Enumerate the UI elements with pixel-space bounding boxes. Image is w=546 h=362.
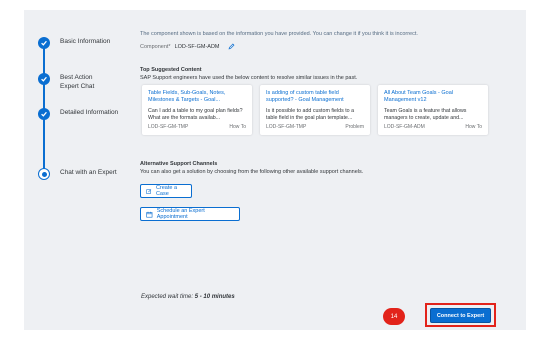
- alternative-header: Alternative Support Channels You can als…: [140, 161, 363, 175]
- step-label: Basic Information: [60, 38, 111, 45]
- card-footer: LOD-SF-GM-TMP How To: [148, 124, 246, 130]
- component-value: LOD-SF-GM-ADM: [174, 43, 220, 50]
- card-type: Problem: [345, 124, 364, 130]
- card-footer: LOD-SF-GM-TMP Problem: [266, 124, 364, 130]
- step-label-group: Best Action Expert Chat: [60, 73, 94, 91]
- suggested-card[interactable]: Table Fields, Sub-Goals, Notes, Mileston…: [142, 85, 252, 135]
- card-component: LOD-SF-GM-TMP: [266, 124, 307, 130]
- card-description: Team Goals is a feature that allows mana…: [384, 108, 467, 121]
- checkmark-icon: [38, 73, 50, 85]
- step-detailed-information[interactable]: Detailed Information: [38, 108, 118, 120]
- alternative-subtitle: You can also get a solution by choosing …: [140, 169, 364, 175]
- card-description: Is it possible to add custom fields to a…: [266, 108, 355, 121]
- suggested-card[interactable]: Is adding of custom table field supporte…: [260, 85, 370, 135]
- component-info-text: The component shown is based on the info…: [140, 31, 418, 37]
- step-label: Chat with an Expert: [60, 169, 117, 176]
- card-title-link[interactable]: Table Fields, Sub-Goals, Notes, Mileston…: [148, 90, 246, 105]
- card-description: Can I add a table to my goal plan fields…: [148, 108, 243, 121]
- step-sublabel: Expert Chat: [60, 83, 95, 90]
- footer-strip: [24, 330, 526, 362]
- step-best-action[interactable]: Best Action Expert Chat: [38, 73, 94, 91]
- component-label: Component*: [140, 43, 171, 50]
- edit-case-icon: [146, 188, 152, 194]
- wait-prefix: Expected wait time:: [141, 294, 195, 300]
- connect-to-expert-button[interactable]: Connect to Expert: [430, 308, 491, 323]
- suggested-header: Top Suggested Content SAP Support engine…: [140, 67, 357, 81]
- suggested-cards: Table Fields, Sub-Goals, Notes, Mileston…: [142, 85, 488, 135]
- checkmark-icon: [38, 108, 50, 120]
- card-component: LOD-SF-GM-TMP: [148, 124, 189, 130]
- component-section: The component shown is based on the info…: [140, 31, 520, 50]
- step-label: Detailed Information: [60, 109, 119, 116]
- card-title-link[interactable]: Is adding of custom table field supporte…: [266, 90, 364, 105]
- alternative-title: Alternative Support Channels: [140, 161, 218, 167]
- schedule-appointment-label: Schedule an Expert Appointment: [156, 208, 205, 220]
- card-type: How To: [465, 124, 482, 130]
- checkmark-icon: [38, 37, 50, 49]
- calendar-icon: [146, 211, 153, 218]
- step-number-badge: 14: [383, 308, 405, 325]
- wait-value: 5 - 10 minutes: [194, 294, 235, 300]
- expected-wait-time: Expected wait time: 5 - 10 minutes: [141, 294, 235, 300]
- step-chat-with-expert[interactable]: Chat with an Expert: [38, 168, 117, 180]
- create-case-button[interactable]: Create a Case: [140, 184, 192, 198]
- card-footer: LOD-SF-GM-ADM How To: [384, 124, 482, 130]
- suggested-card[interactable]: All About Team Goals - Goal Management v…: [378, 85, 488, 135]
- component-row: Component* LOD-SF-GM-ADM: [140, 43, 520, 50]
- create-case-label: Create a Case: [155, 185, 178, 197]
- schedule-appointment-button[interactable]: Schedule an Expert Appointment: [140, 207, 240, 221]
- card-title-link[interactable]: All About Team Goals - Goal Management v…: [384, 90, 482, 105]
- suggested-title: Top Suggested Content: [140, 67, 202, 73]
- card-component: LOD-SF-GM-ADM: [384, 124, 425, 130]
- pencil-icon[interactable]: [228, 43, 235, 50]
- step-basic-information[interactable]: Basic Information: [38, 37, 110, 49]
- suggested-subtitle: SAP Support engineers have used the belo…: [140, 75, 358, 81]
- top-bar: [0, 0, 546, 10]
- current-step-icon: [38, 168, 50, 180]
- step-label: Best Action: [60, 74, 93, 81]
- card-type: How To: [229, 124, 246, 130]
